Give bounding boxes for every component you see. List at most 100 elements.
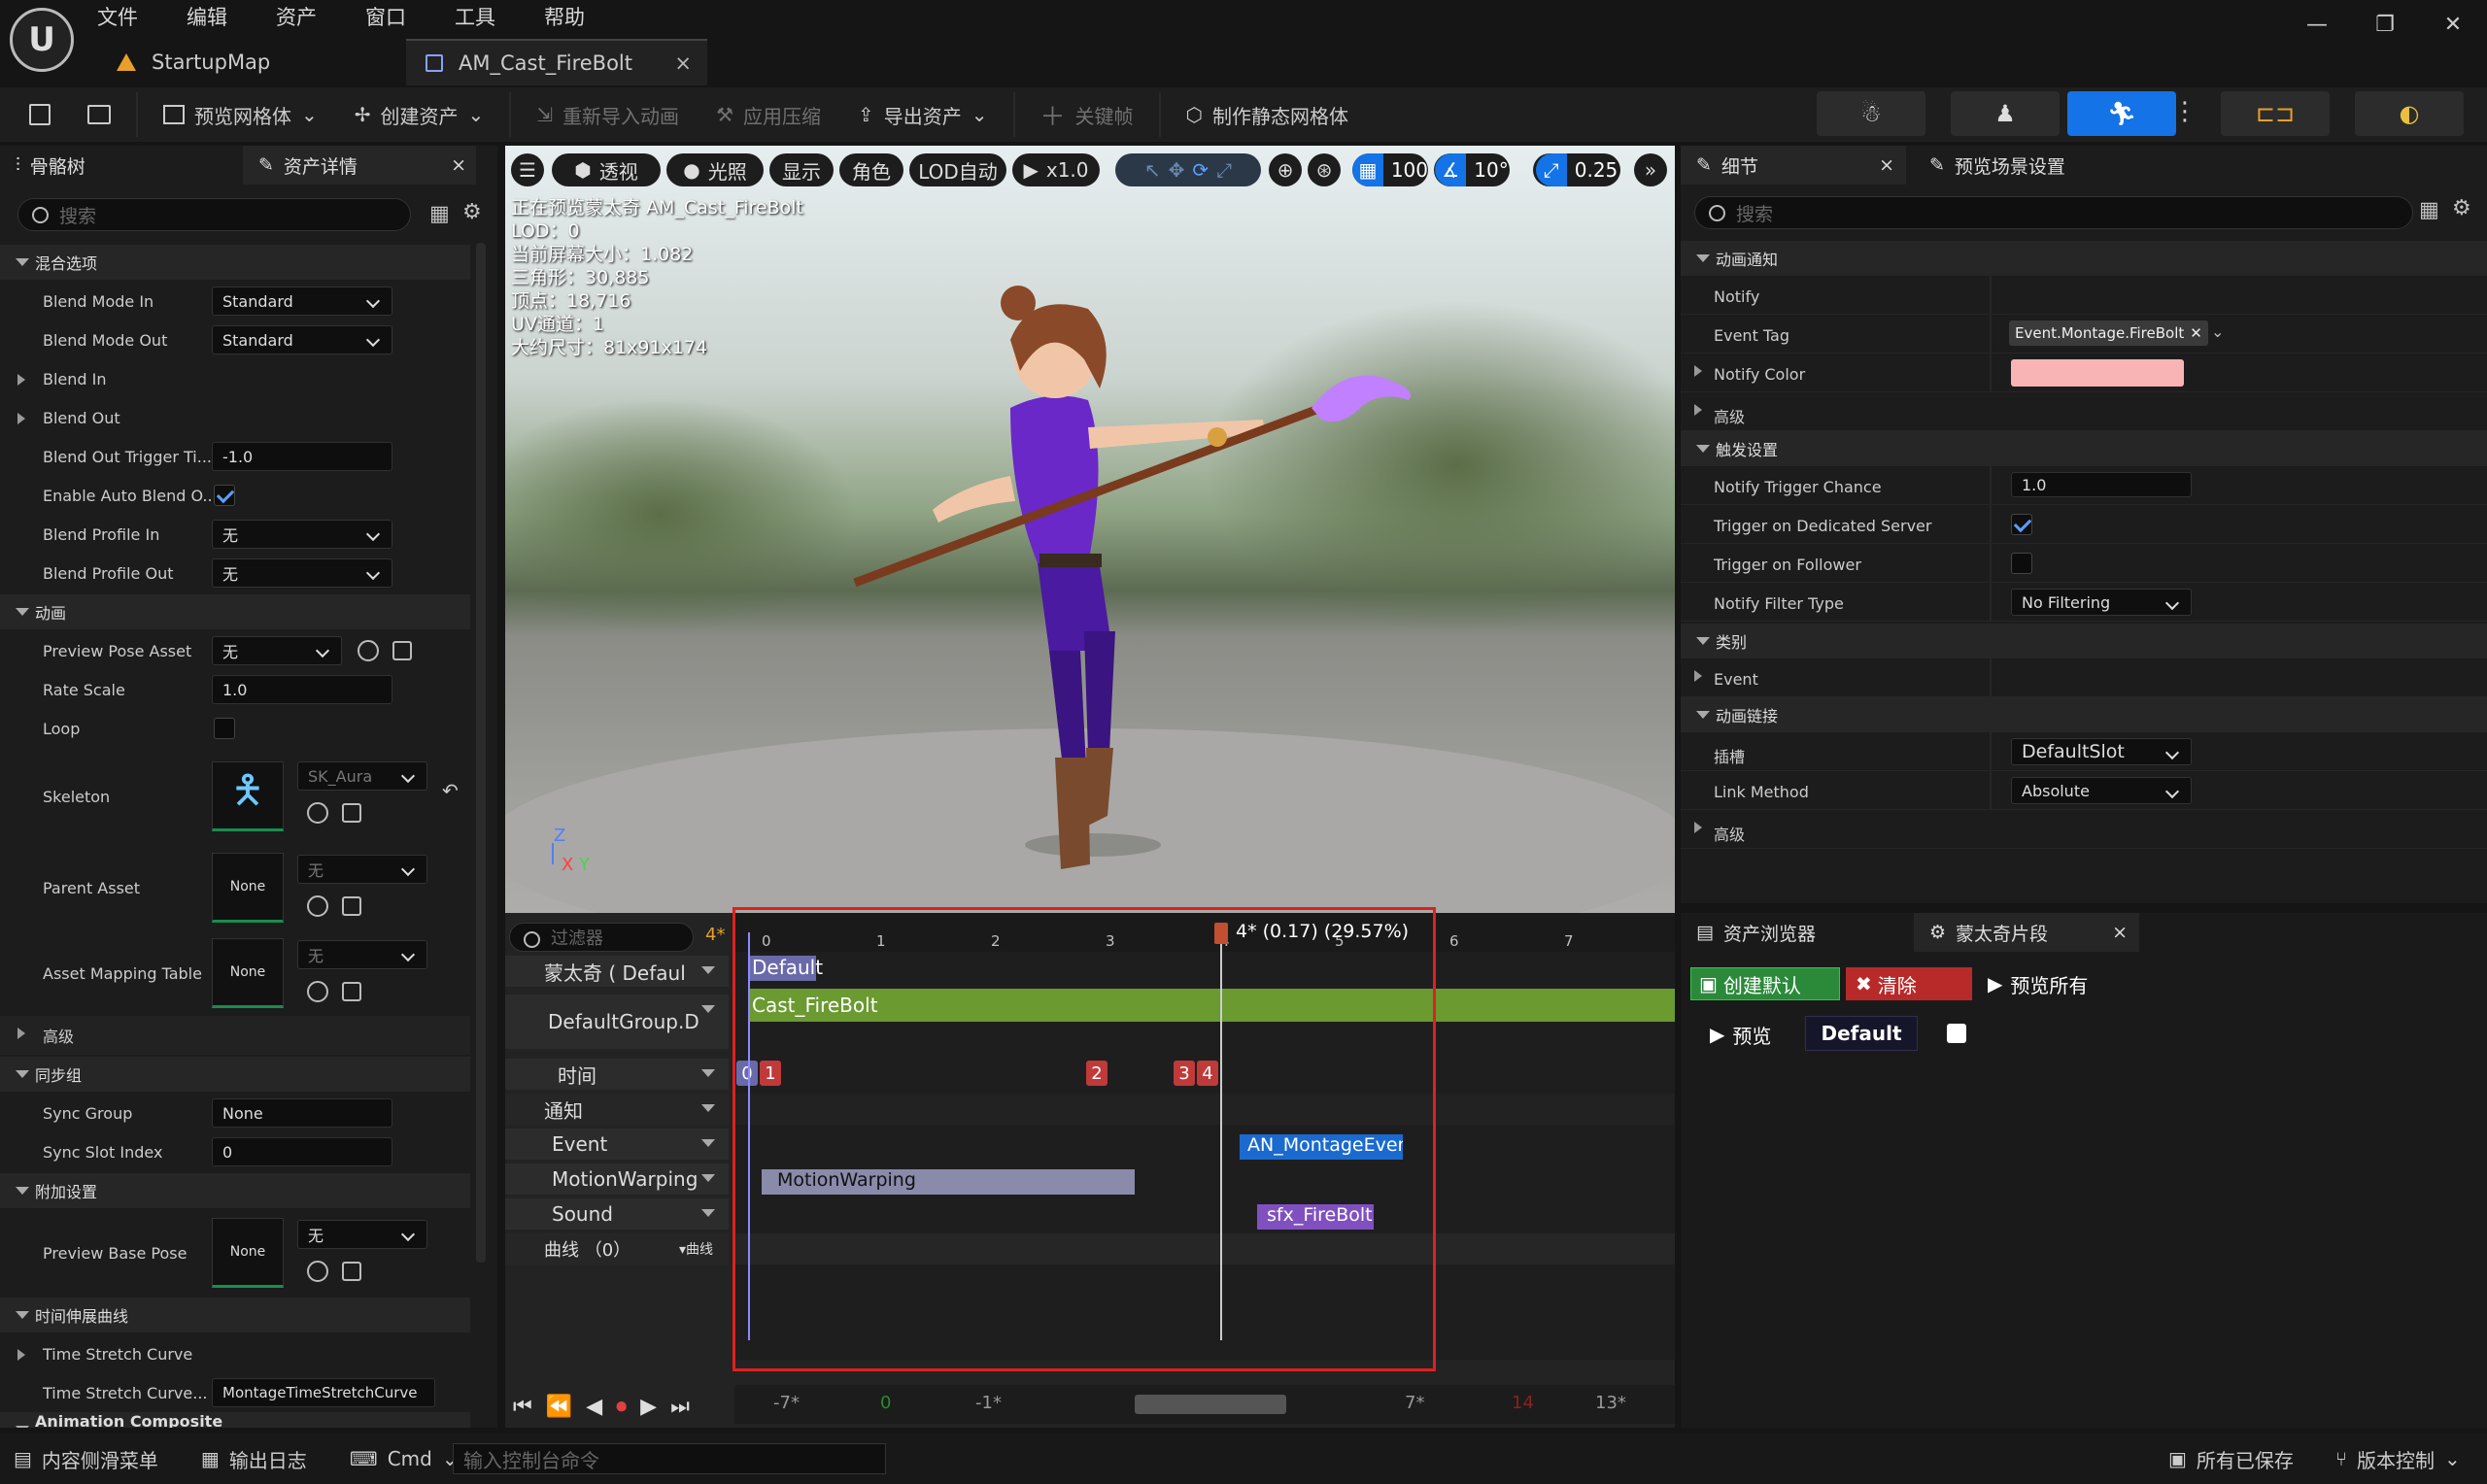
tab-preview-scene-settings[interactable]: ✎ 预览场景设置 xyxy=(1914,146,2166,185)
output-log-button[interactable]: ▦ 输出日志 xyxy=(189,1437,319,1480)
section-anim-link[interactable]: 动画链接 xyxy=(1681,697,2487,732)
browse-asset-icon[interactable] xyxy=(342,1262,361,1281)
asset-mapping-thumbnail[interactable]: None xyxy=(212,938,284,1008)
prop-blend-in[interactable]: Blend In xyxy=(0,359,470,398)
close-tab-icon[interactable]: × xyxy=(451,154,466,176)
notify-color-swatch[interactable] xyxy=(2011,359,2184,387)
create-default-button[interactable]: ▣ 创建默认 xyxy=(1690,967,1840,1000)
viewport-options-button[interactable]: ☰ xyxy=(511,153,544,186)
settings-gear-icon[interactable]: ⚙ xyxy=(2452,196,2471,220)
close-tab-icon[interactable]: × xyxy=(1879,154,1894,176)
reset-arrow-icon[interactable]: ↶ xyxy=(442,779,459,802)
expand-arrow-icon[interactable] xyxy=(1694,365,1702,377)
event-tag-chip[interactable]: Event.Montage.FireBolt ✕ xyxy=(2009,320,2208,346)
menu-asset[interactable]: 资产 xyxy=(276,2,317,31)
use-selected-icon[interactable] xyxy=(307,1261,328,1282)
chevron-down-icon[interactable]: ⌄ xyxy=(2211,322,2224,341)
playback-speed-button[interactable]: ▶ x1.0 xyxy=(1012,153,1100,186)
close-window-icon[interactable]: ✕ xyxy=(2419,13,2487,37)
animation-mode-button[interactable]: 🏃︎ xyxy=(2067,91,2176,136)
range-scroll-thumb[interactable] xyxy=(1135,1395,1286,1414)
blend-out-trigger-input[interactable]: -1.0 xyxy=(212,442,392,471)
coordinate-space-button[interactable]: ⊕ xyxy=(1269,153,1302,186)
scale-snap-button[interactable]: ⤢ 0.25 xyxy=(1533,153,1620,186)
prop-time-stretch-curve[interactable]: Time Stretch Curve xyxy=(0,1334,470,1373)
browse-asset-icon[interactable] xyxy=(342,982,361,1001)
track-time[interactable]: 时间 xyxy=(505,1059,729,1090)
remove-tag-icon[interactable]: ✕ xyxy=(2190,324,2202,342)
lit-mode-button[interactable]: ● 光照 xyxy=(666,153,764,186)
prop-advanced[interactable]: 高级 xyxy=(1681,392,2487,431)
save-button[interactable] xyxy=(17,93,62,136)
browse-button[interactable] xyxy=(76,93,122,136)
preview-pose-dropdown[interactable]: 无 xyxy=(212,636,342,665)
tab-details[interactable]: ✎ 细节 × xyxy=(1681,146,1906,185)
track-event[interactable]: Event xyxy=(505,1129,729,1160)
parent-asset-thumbnail[interactable]: None xyxy=(212,853,284,923)
use-selected-icon[interactable] xyxy=(358,640,379,661)
menu-help[interactable]: 帮助 xyxy=(544,2,585,31)
section-loop-checkbox[interactable] xyxy=(1947,1024,1966,1043)
close-tab-icon[interactable]: × xyxy=(2112,922,2128,943)
blend-profile-out-dropdown[interactable]: 无 xyxy=(212,558,392,588)
use-selected-icon[interactable] xyxy=(307,802,328,824)
tab-skeleton-tree[interactable]: ⫶ 骨骼树 xyxy=(0,146,243,185)
export-asset-button[interactable]: ⇪ 导出资产 ⌄ xyxy=(846,93,1000,136)
menu-tools[interactable]: 工具 xyxy=(455,2,495,31)
section-blend-options[interactable]: 混合选项 xyxy=(0,245,470,280)
table-view-icon[interactable]: ▦ xyxy=(429,202,450,226)
reimport-button[interactable]: ⇲ 重新导入动画 xyxy=(525,93,691,136)
prop-advanced-link[interactable]: 高级 xyxy=(1681,810,2487,849)
preview-all-button[interactable]: ▶ 预览所有 xyxy=(1978,967,2088,1000)
skeleton-mode-button[interactable]: ☃ xyxy=(1817,91,1925,136)
keyframe-button[interactable]: ＋ 关键帧 xyxy=(1029,93,1145,136)
track-filter-input[interactable]: 过滤器 xyxy=(509,923,694,952)
slot-dropdown[interactable]: DefaultSlot xyxy=(2011,738,2192,765)
curves-dropdown-button[interactable]: ▾曲线 xyxy=(679,1239,713,1259)
loop-checkbox[interactable] xyxy=(214,718,235,739)
base-pose-thumbnail[interactable]: None xyxy=(212,1218,284,1288)
cmd-button[interactable]: ⌨ Cmd ⌄ xyxy=(338,1437,470,1480)
play-reverse-icon[interactable]: ◀ xyxy=(586,1395,602,1419)
use-selected-icon[interactable] xyxy=(307,981,328,1002)
blueprint-mode-button[interactable]: ⊏⊐ xyxy=(2221,91,2330,136)
prop-event[interactable]: Event xyxy=(1681,658,2487,697)
skeleton-dropdown[interactable]: SK_Aura xyxy=(297,761,427,791)
track-notifies[interactable]: 通知 xyxy=(505,1094,729,1125)
transform-tools-group[interactable]: ↖ ✥ ⟳ ⤢ xyxy=(1115,153,1261,186)
details-search-input[interactable]: 搜索 xyxy=(17,198,411,231)
viewport-more-button[interactable]: » xyxy=(1634,153,1667,186)
section-trigger-settings[interactable]: 触发设置 xyxy=(1681,431,2487,466)
track-default-group[interactable]: DefaultGroup.D xyxy=(505,995,729,1049)
section-animation[interactable]: 动画 xyxy=(0,594,470,629)
maximize-icon[interactable]: ❐ xyxy=(2351,13,2419,37)
link-method-dropdown[interactable]: Absolute xyxy=(2011,777,2192,804)
browse-asset-icon[interactable] xyxy=(342,896,361,916)
track-sound[interactable]: Sound xyxy=(505,1198,729,1230)
apply-compression-button[interactable]: ⚒ 应用压缩 xyxy=(704,93,833,136)
create-asset-button[interactable]: ✢ 创建资产 ⌄ xyxy=(343,93,496,136)
content-drawer-button[interactable]: ▤ 内容侧滑菜单 xyxy=(0,1437,170,1480)
grid-snap-button[interactable]: ▦ 100 xyxy=(1352,153,1428,186)
prop-advanced[interactable]: 高级 xyxy=(0,1016,470,1055)
skip-to-start-icon[interactable]: ⏮ xyxy=(513,1395,532,1419)
more-options-icon[interactable]: ⋮ xyxy=(2172,97,2197,126)
trigger-chance-input[interactable]: 1.0 xyxy=(2011,472,2192,497)
section-time-stretch[interactable]: 时间伸展曲线 xyxy=(0,1298,470,1332)
section-additive[interactable]: 附加设置 xyxy=(0,1173,470,1208)
browse-asset-icon[interactable] xyxy=(342,803,361,823)
details-search-input[interactable]: 搜索 xyxy=(1694,196,2413,229)
step-back-icon[interactable]: ⏪ xyxy=(546,1395,572,1419)
menu-file[interactable]: 文件 xyxy=(97,2,138,31)
blend-mode-in-dropdown[interactable]: Standard xyxy=(212,287,392,316)
track-curves[interactable]: 曲线 （0） ▾曲线 xyxy=(505,1233,729,1265)
browse-asset-icon[interactable] xyxy=(392,641,412,660)
character-button[interactable]: 角色 xyxy=(839,153,903,186)
lod-auto-button[interactable]: LOD自动 xyxy=(909,153,1006,186)
filter-type-dropdown[interactable]: No Filtering xyxy=(2011,589,2192,616)
rotation-snap-button[interactable]: ∡ 10° xyxy=(1434,153,1510,186)
follower-checkbox[interactable] xyxy=(2011,553,2032,574)
settings-gear-icon[interactable]: ⚙ xyxy=(462,200,482,224)
section-anim-notify[interactable]: 动画通知 xyxy=(1681,241,2487,276)
parent-asset-dropdown[interactable]: 无 xyxy=(297,855,427,884)
